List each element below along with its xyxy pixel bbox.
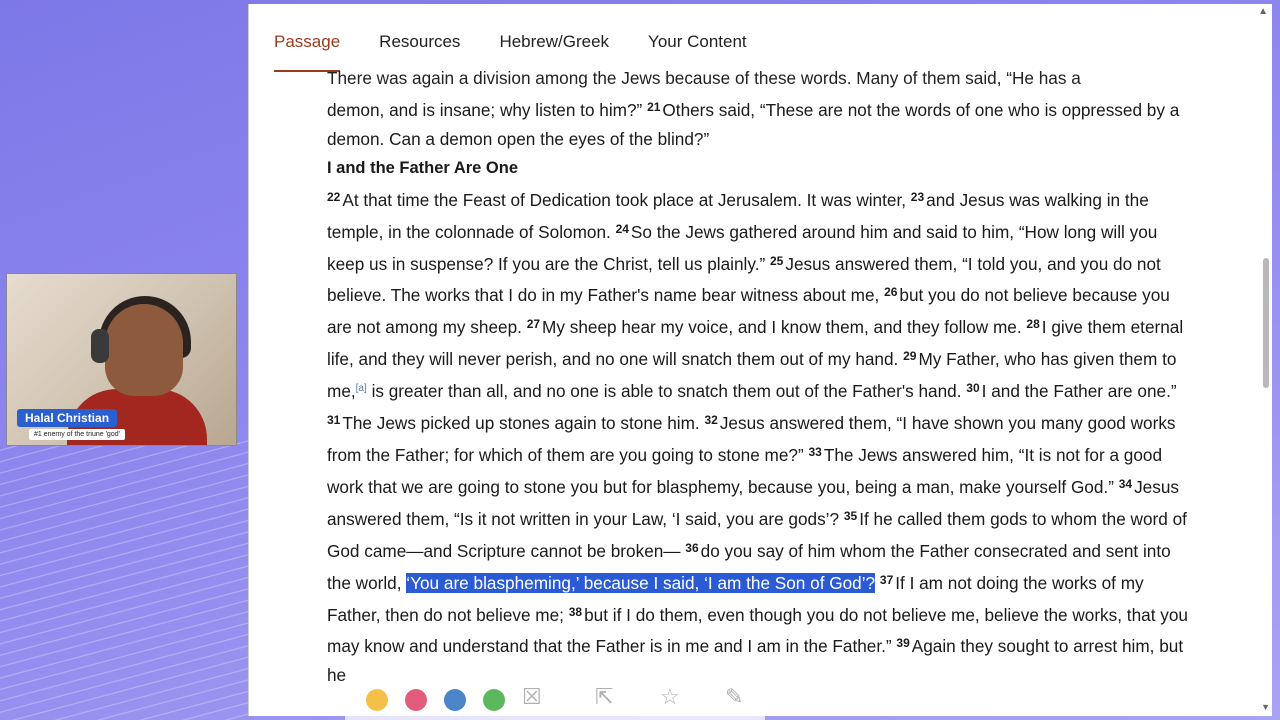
- scrollbar-thumb[interactable]: [1263, 258, 1269, 388]
- bible-passage-panel: Passage Resources Hebrew/Greek Your Cont…: [248, 4, 1272, 716]
- verse-number: 39: [896, 636, 910, 651]
- scroll-down-arrow-icon[interactable]: ▼: [1261, 702, 1270, 712]
- tab-your-content[interactable]: Your Content: [648, 31, 747, 53]
- person-face: [105, 304, 183, 396]
- highlight-yellow-button[interactable]: [366, 689, 388, 711]
- passage-text: There was again a division among the Jew…: [327, 64, 1197, 690]
- paragraph: 31 The Jews picked up stones again to sto…: [327, 413, 1188, 686]
- edit-icon[interactable]: ✎: [725, 684, 743, 710]
- section-heading: I and the Father Are One: [327, 158, 519, 177]
- tab-resources[interactable]: Resources: [379, 31, 460, 53]
- share-icon[interactable]: ⇱: [595, 684, 613, 710]
- verse-number: 25: [769, 253, 784, 268]
- verse-number: 24: [615, 221, 629, 236]
- verse-number: 31: [327, 413, 341, 428]
- scrollbar[interactable]: ▼: [1260, 22, 1272, 712]
- verse-number: 28: [1026, 317, 1040, 332]
- verse-number: 26: [884, 285, 898, 300]
- webcam-overlay: Halal Christian #1 enemy of the triune '…: [6, 273, 237, 446]
- verse-number: 36: [685, 540, 699, 555]
- verse-number: 32: [704, 413, 718, 428]
- verse-number: 38: [568, 604, 583, 619]
- scroll-up-arrow-icon[interactable]: ▲: [1258, 6, 1268, 17]
- highlighted-text[interactable]: ‘You are blaspheming,’ because I said, ‘…: [406, 572, 876, 593]
- tab-passage[interactable]: Passage: [274, 31, 341, 72]
- partial-line: There was again a division among the Jew…: [327, 68, 1081, 88]
- paragraph: demon, and is insane; why listen to him?…: [327, 100, 1180, 149]
- verse-number: 30: [966, 381, 980, 396]
- footnote-link[interactable]: [a]: [356, 383, 367, 394]
- paragraph: 22 At that time the Feast of Dedication t…: [327, 189, 1184, 402]
- highlight-green-button[interactable]: [483, 689, 505, 711]
- star-icon[interactable]: ☆: [660, 684, 680, 710]
- verse-number: 27: [526, 317, 541, 332]
- verse-number: 23: [910, 189, 925, 204]
- tab-hebrew-greek[interactable]: Hebrew/Greek: [499, 31, 609, 53]
- close-icon[interactable]: ☒: [522, 684, 542, 710]
- verse-number: 21: [647, 100, 661, 114]
- verse-number: 29: [903, 349, 917, 364]
- background-pattern: [0, 440, 250, 720]
- streamer-subtitle: #1 enemy of the triune 'god': [29, 429, 125, 440]
- verse-number: 35: [843, 508, 858, 523]
- headset-icon: [91, 329, 109, 363]
- highlight-pink-button[interactable]: [405, 689, 427, 711]
- verse-number: 37: [879, 572, 894, 587]
- verse-number: 34: [1118, 476, 1133, 491]
- streamer-name: Halal Christian: [17, 409, 118, 427]
- verse-number: 33: [808, 444, 822, 459]
- highlight-blue-button[interactable]: [444, 689, 466, 711]
- verse-number: 22: [327, 189, 341, 204]
